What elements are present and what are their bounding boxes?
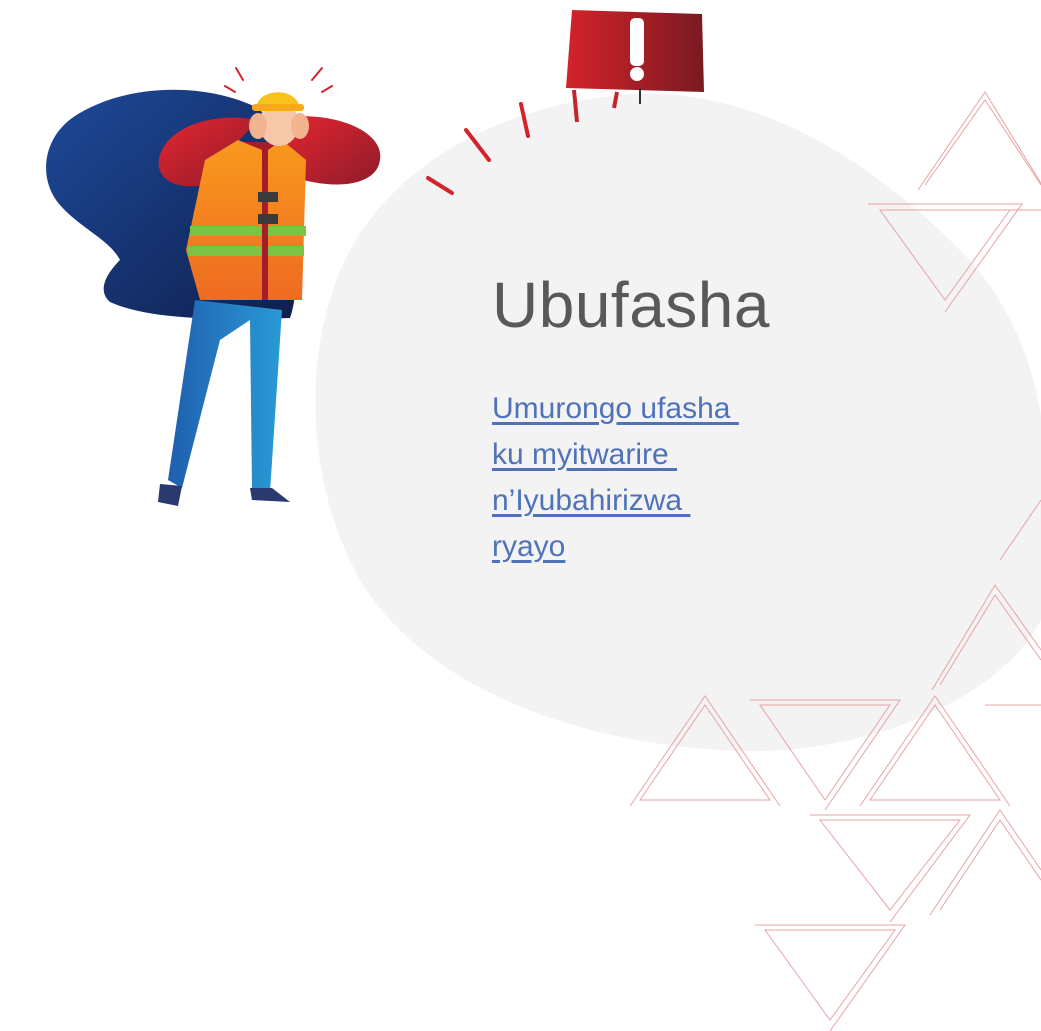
page-title: Ubufasha (492, 269, 770, 341)
head-rays (224, 67, 333, 93)
exclamation-sign-icon (630, 18, 644, 66)
help-link-line-2: ku myitwarire (492, 438, 678, 471)
help-link-line-3: n’Iyubahirizwa (492, 484, 691, 517)
help-page: Ubufasha Umurongo ufasha ku myitwarire n… (0, 0, 1041, 1031)
help-line-link[interactable]: Umurongo ufasha ku myitwarire n’Iyubahir… (492, 386, 912, 570)
help-link-line-4: ryayo (492, 530, 566, 563)
help-link-line-1: Umurongo ufasha (492, 392, 739, 425)
